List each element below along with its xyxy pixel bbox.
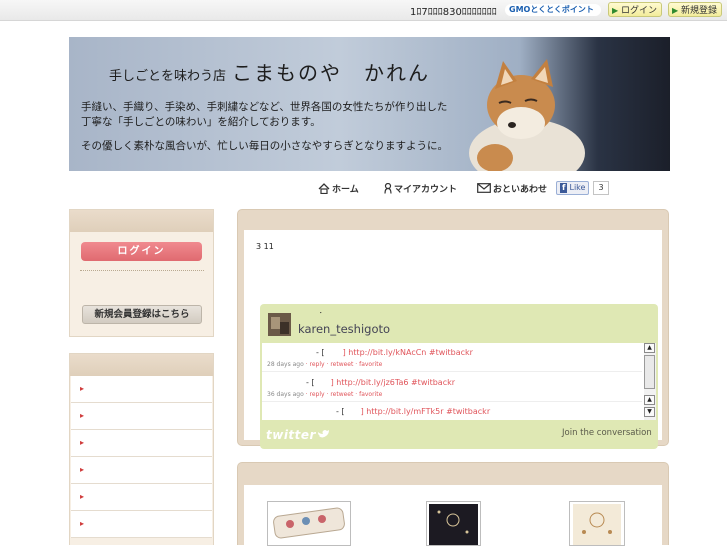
nav-contact-label: おといあわせ [493,184,548,195]
top-bar: 1ﾛ7ﾛﾛﾛ830ﾛﾛﾛﾛﾛﾛﾛ GMOとくとくポイント ▶ ログイン ▶ 新規… [0,0,727,21]
shop-name: こまものや かれん [232,61,431,85]
gmo-point-logo[interactable]: GMOとくとくポイント [505,4,601,16]
login-link-label: ログイン [621,6,658,16]
like-label: Like [569,183,586,192]
arrow-right-icon: ▶ [612,6,619,15]
gmo-point-text: GMOとくとくポイント [509,5,594,14]
product-thumbnail[interactable] [267,501,351,546]
tweet-link[interactable]: ] http://bit.ly/jz6Ta6 #twitbackr [331,378,455,387]
sidebar-box-header [70,354,213,376]
favorite-link[interactable]: favorite [359,361,382,368]
tweet-link[interactable]: ] http://bit.ly/kNAcCn #twitbackr [343,348,473,357]
sidebar-login-box: ログイン 新規会員登録はこちら [69,209,214,337]
tweet-text[interactable]: - [ ] http://bit.ly/mFTk5r #twitbackr [336,407,490,416]
sidebar-category-menu: ▸ ▸ ▸ ▸ ▸ ▸ [69,353,214,545]
tweet-prefix: - [ [336,407,345,416]
nav-contact[interactable]: おといあわせ [477,181,547,195]
facebook-like-button[interactable]: f Like [556,181,590,195]
mail-icon [477,183,491,193]
login-link[interactable]: ▶ ログイン [608,2,663,17]
register-link[interactable]: ▶ 新規登録 [668,2,723,17]
sidebar-menu-item[interactable]: ▸ [71,457,212,484]
nav-home[interactable]: ホーム [318,181,359,195]
products-panel [237,462,669,546]
description-line: 丁寧な「手しごとの味わい」を紹介しております。 [81,116,321,128]
sidebar-menu-item[interactable]: ▸ [71,430,212,457]
shop-description: 手縫い、手織り、手染め、手刺繍などなど、世界各国の女性たちが作り出した 丁寧な「… [81,100,448,154]
tweet-link[interactable]: ] http://bit.ly/mFTk5r #twitbackr [361,407,491,416]
sidebar-menu-item[interactable]: ▸ [71,376,212,403]
twitter-logo[interactable]: twitter [266,428,330,442]
bird-icon [317,430,329,438]
tweet-divider [262,371,642,372]
twitter-username[interactable]: karen_teshigoto [298,322,390,336]
product-image-pouch [273,507,345,539]
facebook-icon: f [560,183,568,193]
dotted-divider [80,270,204,271]
tweet-prefix: - [ [316,348,325,357]
twitter-logo-text: twitter [266,428,316,442]
sidebar-menu-item[interactable]: ▸ [71,484,212,511]
register-link-label: 新規登録 [681,6,718,16]
reply-link[interactable]: reply [310,391,325,398]
product-thumbnail[interactable] [426,501,481,546]
tweet-meta: 36 days ago · reply · retweet · favorite [267,391,383,398]
shiba-dog-image [469,59,585,171]
tweet-feed: - [ ] http://bit.ly/kNAcCn #twitbackr 28 … [262,343,656,420]
feed-scrollbar[interactable]: ▲ ▲ ▼ [644,343,656,420]
scroll-up-button[interactable]: ▲ [644,395,655,405]
retweet-link[interactable]: retweet [330,361,353,368]
tweet-divider [262,401,642,402]
reply-link[interactable]: reply [310,361,325,368]
nav-account[interactable]: マイアカウント [384,181,457,195]
tweet-meta: 28 days ago · reply · retweet · favorite [267,361,383,368]
avatar[interactable] [268,313,291,336]
main-panel: 3 11 ･ karen_teshigoto - [ ] http://bit.l… [237,209,669,449]
tweet-text[interactable]: - [ ] http://bit.ly/kNAcCn #twitbackr [316,348,473,357]
like-count: 3 [593,181,609,195]
description-line: 手縫い、手織り、手染め、手刺繍などなど、世界各国の女性たちが作り出した [81,101,448,113]
nav-account-label: マイアカウント [394,184,458,195]
sidebar-menu-item[interactable]: ▸ [71,403,212,430]
nav-home-label: ホーム [332,184,359,195]
tweet-time: 36 days ago [267,391,304,398]
tweet-prefix: - [ [306,378,315,387]
dot-mark: ･ [319,309,323,317]
main-panel-content: 3 11 ･ karen_teshigoto - [ ] http://bit.l… [244,230,662,449]
sidebar-box-header [70,210,213,232]
tweet-text[interactable]: - [ ] http://bit.ly/jz6Ta6 #twitbackr [306,378,455,387]
sidebar-menu-item[interactable]: ▸ [71,511,212,538]
shop-tagline: 手しごとを味わう店 [109,69,227,84]
user-icon [384,182,392,194]
scroll-thumb[interactable] [644,355,655,389]
favorite-link[interactable]: favorite [359,391,382,398]
scroll-down-button[interactable]: ▼ [644,407,655,417]
arrow-right-icon: ▶ [672,6,679,15]
facebook-like-widget: f Like 3 [556,181,609,195]
twitter-widget: ･ karen_teshigoto - [ ] http://bit.ly/kNA… [260,304,658,449]
top-notice: 1ﾛ7ﾛﾛﾛ830ﾛﾛﾛﾛﾛﾛﾛ [410,7,497,18]
product-thumbnail[interactable] [569,501,625,546]
product-image-embroidery [573,504,621,545]
post-text: 3 11 [256,242,274,251]
shop-title: 手しごとを味わう店 こまものや かれん [109,57,430,86]
tweet-time: 28 days ago [267,361,304,368]
product-image-cloth [429,504,478,545]
home-icon [318,182,330,194]
description-line: その優しく素朴な風合いが、忙しい毎日の小さなやすらぎとなりますように。 [81,140,448,152]
retweet-link[interactable]: retweet [330,391,353,398]
products-panel-content [244,485,662,546]
sidebar-login-button[interactable]: ログイン [81,242,202,261]
member-register-button[interactable]: 新規会員登録はこちら [82,305,202,324]
scroll-up-button[interactable]: ▲ [644,343,655,353]
header-banner[interactable]: 手しごとを味わう店 こまものや かれん 手縫い、手織り、手染め、手刺繍などなど、世… [69,37,670,171]
join-conversation-link[interactable]: Join the conversation [562,428,652,438]
